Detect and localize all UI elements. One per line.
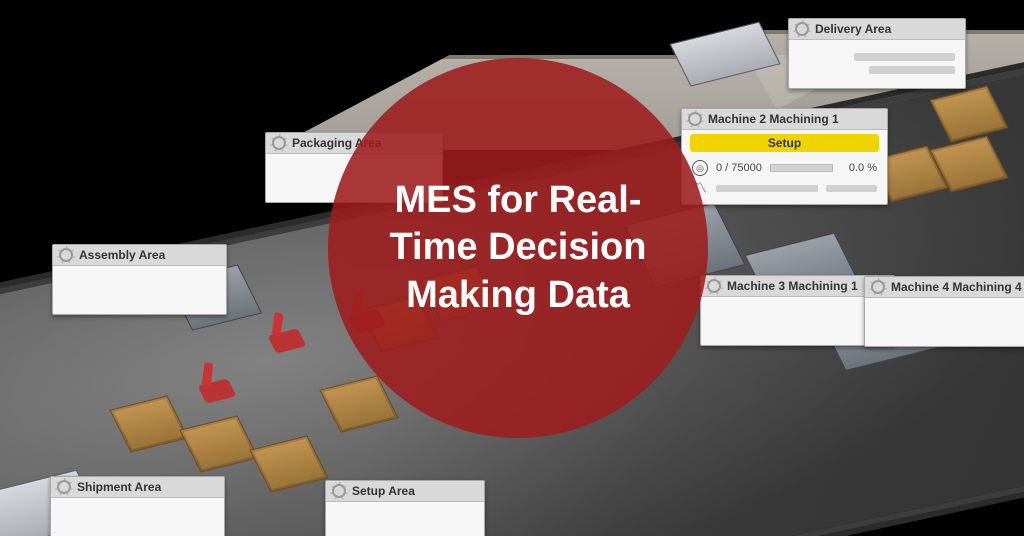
gear-icon bbox=[871, 280, 885, 294]
machine-progress-percent: 0.0 % bbox=[841, 162, 877, 174]
machine-progress-bar bbox=[770, 164, 833, 172]
headline-text: MES for Real-Time Decision Making Data bbox=[368, 177, 668, 320]
panel-machine2[interactable]: Machine 2 Machining 1 Setup ◎ 0 / 75000 … bbox=[681, 108, 888, 205]
mes-dashboard-stage: Delivery Area Packaging Area Assembly Ar… bbox=[0, 0, 1024, 536]
gear-icon bbox=[57, 480, 71, 494]
machine-status-badge: Setup bbox=[690, 134, 879, 152]
gear-icon bbox=[332, 484, 346, 498]
target-icon: ◎ bbox=[692, 160, 708, 176]
panel-title: Setup Area bbox=[352, 484, 415, 498]
machine-progress-count: 0 / 75000 bbox=[716, 162, 762, 174]
headline-overlay: MES for Real-Time Decision Making Data bbox=[328, 58, 708, 438]
panel-delivery[interactable]: Delivery Area bbox=[788, 18, 966, 89]
panel-title: Assembly Area bbox=[79, 248, 165, 262]
gear-icon bbox=[795, 22, 809, 36]
panel-assembly[interactable]: Assembly Area bbox=[52, 244, 227, 315]
panel-title: Machine 4 Machining 4 bbox=[891, 280, 1022, 294]
panel-shipment[interactable]: Shipment Area bbox=[50, 476, 225, 536]
gear-icon bbox=[688, 112, 702, 126]
panel-setup[interactable]: Setup Area bbox=[325, 480, 485, 536]
panel-title: Delivery Area bbox=[815, 22, 891, 36]
panel-machine4[interactable]: Machine 4 Machining 4 bbox=[864, 276, 1024, 347]
panel-title: Machine 2 Machining 1 bbox=[708, 112, 839, 126]
gear-icon bbox=[272, 136, 286, 150]
panel-title: Machine 3 Machining 1 bbox=[727, 279, 858, 293]
panel-title: Shipment Area bbox=[77, 480, 161, 494]
gear-icon bbox=[707, 279, 721, 293]
gear-icon bbox=[59, 248, 73, 262]
